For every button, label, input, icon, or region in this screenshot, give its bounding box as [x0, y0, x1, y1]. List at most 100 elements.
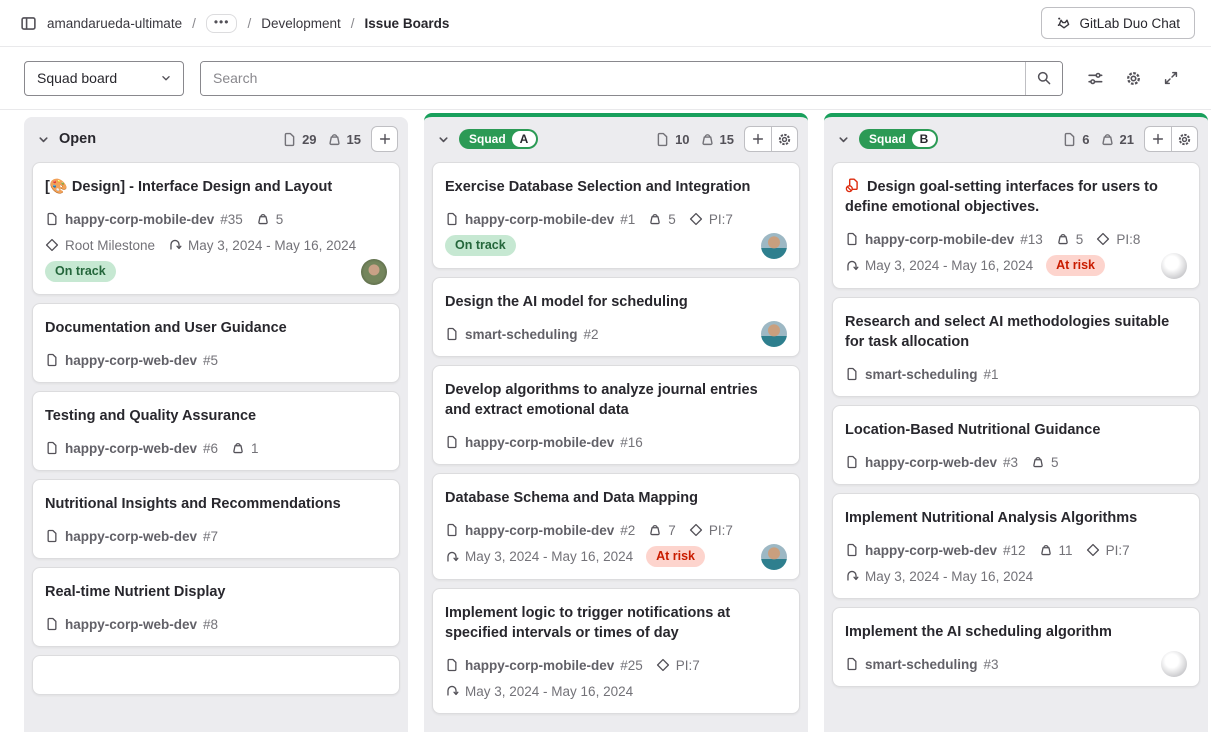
issue-card[interactable]: Research and select AI methodologies sui…	[832, 297, 1200, 397]
issue-title[interactable]: Implement the AI scheduling algorithm	[845, 622, 1187, 642]
collapse-chevron-icon[interactable]	[36, 132, 51, 147]
search-button[interactable]	[1025, 62, 1062, 95]
status-badge[interactable]: On track	[445, 235, 516, 256]
breadcrumb-ellipsis-button[interactable]: •••	[206, 14, 238, 33]
duo-chat-button[interactable]: GitLab Duo Chat	[1041, 7, 1195, 39]
issue-card[interactable]: [🎨 Design] - Interface Design and Layout…	[32, 162, 400, 295]
status-badge[interactable]: At risk	[1046, 255, 1105, 276]
column-header: Open 29 15	[24, 117, 408, 160]
issue-title[interactable]: [🎨 Design] - Interface Design and Layout	[45, 177, 387, 197]
milestone-icon	[45, 238, 59, 252]
issue-title[interactable]: Testing and Quality Assurance	[45, 406, 387, 426]
issue-title[interactable]: Develop algorithms to analyze journal en…	[445, 380, 787, 420]
issue-icon	[45, 212, 59, 226]
board-column-squad-a: Squad A 10 15	[424, 113, 808, 732]
issue-card-partial[interactable]	[32, 655, 400, 695]
issue-title[interactable]: Exercise Database Selection and Integrat…	[445, 177, 787, 197]
issue-card[interactable]: Implement the AI scheduling algorithm sm…	[832, 607, 1200, 687]
issue-reference: happy-corp-web-dev #3	[845, 455, 1018, 470]
board-switcher-value: Squad board	[37, 70, 117, 86]
issue-weight: 1	[231, 441, 259, 456]
breadcrumb-group[interactable]: Development	[261, 16, 341, 31]
issue-title[interactable]: Research and select AI methodologies sui…	[845, 312, 1187, 352]
issue-card[interactable]: Real-time Nutrient Display happy-corp-we…	[32, 567, 400, 647]
status-badge[interactable]: On track	[45, 261, 116, 282]
add-issue-button[interactable]	[744, 126, 771, 152]
add-issue-button[interactable]	[1144, 126, 1171, 152]
column-settings-gear-button[interactable]	[1171, 126, 1198, 152]
weight-icon	[1056, 232, 1070, 246]
issue-weight: 5	[256, 212, 284, 227]
breadcrumb-project[interactable]: amandarueda-ultimate	[47, 16, 182, 31]
issue-icon	[445, 435, 459, 449]
issue-reference: smart-scheduling #1	[845, 367, 999, 382]
issue-icon	[445, 658, 459, 672]
collapse-chevron-icon[interactable]	[836, 132, 851, 147]
issue-card[interactable]: Exercise Database Selection and Integrat…	[432, 162, 800, 269]
status-badge[interactable]: At risk	[646, 546, 705, 567]
weight-icon	[700, 132, 715, 147]
sidebar-toggle-icon[interactable]	[20, 15, 37, 32]
issue-title[interactable]: Design goal-setting interfaces for users…	[845, 177, 1187, 217]
gear-icon	[777, 132, 792, 147]
issue-icon	[845, 543, 859, 557]
weight-icon	[327, 132, 342, 147]
issue-title[interactable]: Implement Nutritional Analysis Algorithm…	[845, 508, 1187, 528]
scoped-label-squad-b[interactable]: Squad B	[859, 129, 938, 149]
breadcrumb-separator: /	[247, 16, 251, 31]
issue-title[interactable]: Nutritional Insights and Recommendations	[45, 494, 387, 514]
iteration-icon	[445, 684, 459, 698]
filter-sliders-button[interactable]	[1079, 62, 1111, 94]
maximize-button[interactable]	[1155, 62, 1187, 94]
add-issue-button[interactable]	[371, 126, 398, 152]
avatar[interactable]	[761, 544, 787, 570]
issue-icon	[445, 212, 459, 226]
issue-card[interactable]: Implement Nutritional Analysis Algorithm…	[832, 493, 1200, 599]
issue-card[interactable]: Develop algorithms to analyze journal en…	[432, 365, 800, 465]
board-column-open: Open 29 15	[24, 117, 408, 732]
avatar[interactable]	[361, 259, 387, 285]
column-header: Squad B 6 21	[824, 117, 1208, 160]
issue-reference: happy-corp-mobile-dev #16	[445, 435, 643, 450]
issue-milestone: PI:7	[656, 658, 700, 673]
column-weight-count: 21	[1100, 132, 1134, 147]
breadcrumb-current-page: Issue Boards	[365, 16, 450, 31]
issue-title[interactable]: Real-time Nutrient Display	[45, 582, 387, 602]
board-settings-gear-button[interactable]	[1117, 62, 1149, 94]
issue-card[interactable]: Testing and Quality Assurance happy-corp…	[32, 391, 400, 471]
milestone-icon	[689, 523, 703, 537]
issue-card[interactable]: Documentation and User Guidance happy-co…	[32, 303, 400, 383]
issue-title[interactable]: Design the AI model for scheduling	[445, 292, 787, 312]
issue-title[interactable]: Implement logic to trigger notifications…	[445, 603, 787, 643]
avatar[interactable]	[761, 321, 787, 347]
issue-milestone: PI:8	[1096, 232, 1140, 247]
issue-iteration: May 3, 2024 - May 16, 2024	[845, 569, 1033, 584]
issue-card[interactable]: Design goal-setting interfaces for users…	[832, 162, 1200, 289]
issue-card[interactable]: Database Schema and Data Mapping happy-c…	[432, 473, 800, 580]
avatar[interactable]	[761, 233, 787, 259]
issue-card[interactable]: Design the AI model for scheduling smart…	[432, 277, 800, 357]
issue-card[interactable]: Implement logic to trigger notifications…	[432, 588, 800, 714]
issue-card[interactable]: Location-Based Nutritional Guidance happ…	[832, 405, 1200, 485]
issue-card[interactable]: Nutritional Insights and Recommendations…	[32, 479, 400, 559]
collapse-chevron-icon[interactable]	[436, 132, 451, 147]
scoped-label-squad-a[interactable]: Squad A	[459, 129, 538, 149]
issue-reference: happy-corp-mobile-dev #13	[845, 232, 1043, 247]
issue-title[interactable]: Database Schema and Data Mapping	[445, 488, 787, 508]
issue-reference: happy-corp-web-dev #8	[45, 617, 218, 632]
issue-weight: 5	[1056, 232, 1084, 247]
search-input[interactable]	[201, 62, 1025, 95]
avatar[interactable]	[1161, 651, 1187, 677]
issue-title[interactable]: Documentation and User Guidance	[45, 318, 387, 338]
board-switcher-select[interactable]: Squad board	[24, 61, 184, 96]
issue-title[interactable]: Location-Based Nutritional Guidance	[845, 420, 1187, 440]
search-box	[200, 61, 1063, 96]
issue-reference: happy-corp-web-dev #12	[845, 543, 1026, 558]
milestone-icon	[656, 658, 670, 672]
issue-icon	[1062, 132, 1077, 147]
weight-icon	[1031, 455, 1045, 469]
filter-sliders-icon	[1087, 70, 1104, 87]
avatar[interactable]	[1161, 253, 1187, 279]
issue-icon	[45, 441, 59, 455]
column-settings-gear-button[interactable]	[771, 126, 798, 152]
